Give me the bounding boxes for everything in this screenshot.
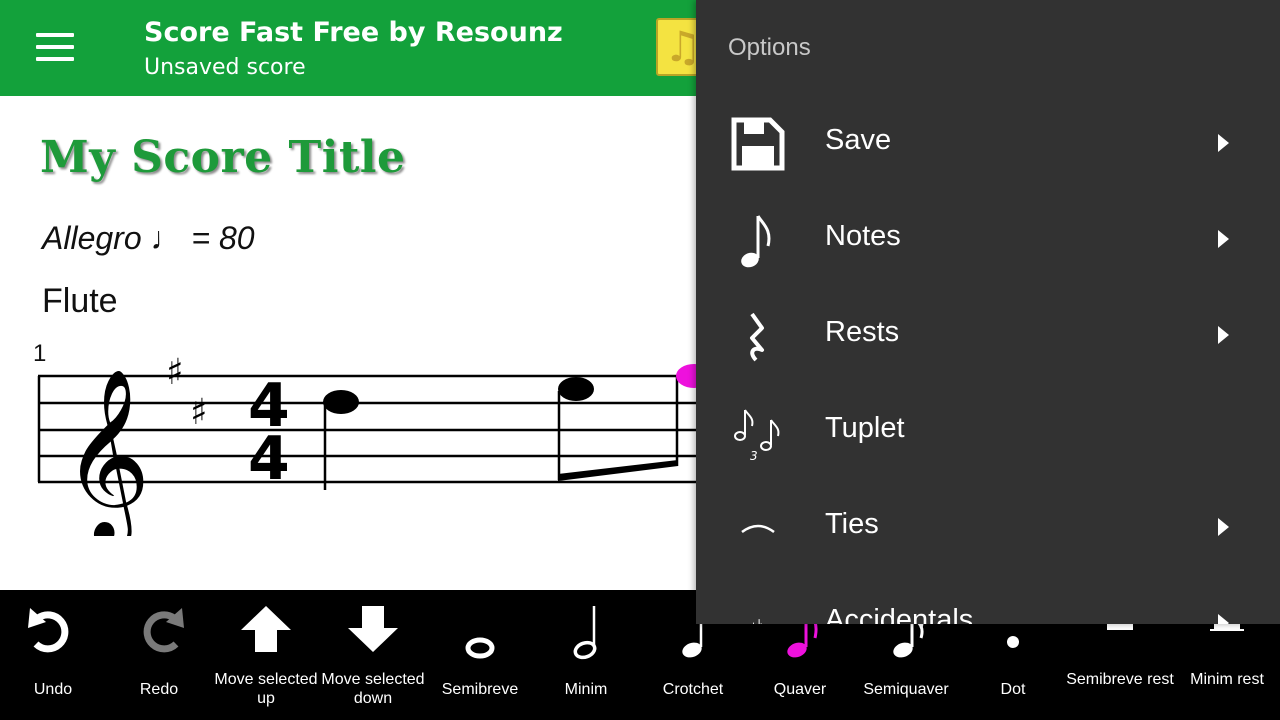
- semibreve-icon: [465, 637, 495, 659]
- option-rests[interactable]: Rests: [696, 288, 1280, 384]
- sharp-c-icon: ♯: [190, 392, 207, 433]
- redo-button[interactable]: Redo: [106, 590, 212, 720]
- option-accidentals-label: Accidentals: [825, 604, 974, 624]
- redo-icon: [143, 608, 184, 653]
- option-save-label: Save: [825, 124, 892, 156]
- submenu-arrow-icon: [1218, 326, 1229, 344]
- submenu-arrow-icon: [1218, 134, 1229, 152]
- option-notes[interactable]: Notes: [696, 192, 1280, 288]
- sharp-icon: ♯: [748, 613, 764, 624]
- move-down-button[interactable]: Move selected down: [320, 590, 426, 720]
- submenu-arrow-icon: [1218, 614, 1229, 624]
- semibreve-label: Semibreve: [441, 681, 519, 698]
- minim-label: Minim: [564, 681, 608, 698]
- note-crotchet[interactable]: [323, 390, 359, 490]
- tempo-value: = 80: [191, 220, 255, 256]
- svg-text:3: 3: [750, 449, 758, 462]
- staff[interactable]: 𝄞 ♯ ♯ 4 4: [0, 336, 696, 536]
- tempo-text: Allegro: [42, 220, 142, 256]
- options-header: Options: [728, 34, 811, 61]
- sharp-f-icon: ♯: [166, 352, 183, 393]
- save-icon: [731, 117, 785, 171]
- semiquaver-label: Semiquaver: [863, 681, 949, 698]
- option-rests-label: Rests: [825, 316, 900, 348]
- arrow-up-icon: [241, 606, 291, 652]
- menu-icon[interactable]: [36, 33, 76, 63]
- move-down-label: Move selected down: [321, 671, 425, 707]
- option-tuplet[interactable]: 3 Tuplet: [696, 384, 1280, 480]
- option-notes-label: Notes: [825, 220, 901, 252]
- minim-rest-label: Minim rest: [1190, 671, 1264, 688]
- option-tuplet-label: Tuplet: [825, 412, 905, 444]
- options-menu: Options Save Notes Rests 3 Tuplet Ties A…: [696, 0, 1280, 624]
- app-screen: Score Fast Free by Resounz Unsaved score…: [0, 0, 1280, 720]
- instrument-name[interactable]: Flute: [42, 282, 118, 321]
- option-save[interactable]: Save: [696, 96, 1280, 192]
- tempo-marking[interactable]: Allegro ♩ = 80: [42, 220, 255, 257]
- submenu-arrow-icon: [1218, 518, 1229, 536]
- score-status: Unsaved score: [144, 55, 306, 80]
- option-ties-label: Ties: [825, 508, 879, 540]
- semibreve-rest-label: Semibreve rest: [1066, 671, 1174, 688]
- time-signature-bottom: 4: [248, 424, 290, 494]
- score-title[interactable]: My Score Title: [40, 132, 406, 183]
- minim-button[interactable]: Minim: [533, 590, 639, 720]
- tie-icon: [741, 524, 775, 534]
- option-accidentals[interactable]: ♯ Accidentals: [696, 576, 1280, 624]
- undo-button[interactable]: Undo: [0, 590, 106, 720]
- crotchet-rest-icon: [750, 312, 764, 362]
- app-title: Score Fast Free by Resounz: [144, 17, 563, 48]
- quaver-note-icon: [741, 215, 771, 268]
- selected-note[interactable]: [676, 364, 696, 388]
- treble-clef-icon: 𝄞: [62, 368, 151, 536]
- arrow-down-icon: [348, 606, 398, 652]
- note-quaver-pair[interactable]: [557, 376, 679, 481]
- dot-label: Dot: [1000, 681, 1026, 698]
- score-canvas[interactable]: My Score Title Allegro ♩ = 80 Flute 1 𝄞 …: [0, 96, 696, 590]
- svg-text:♯: ♯: [748, 613, 764, 624]
- option-ties[interactable]: Ties: [696, 480, 1280, 576]
- minim-icon: [573, 606, 597, 660]
- semibreve-button[interactable]: Semibreve: [427, 590, 533, 720]
- triplet-icon: 3: [734, 409, 780, 462]
- quaver-label: Quaver: [773, 681, 827, 698]
- undo-label: Undo: [33, 681, 73, 698]
- redo-label: Redo: [139, 681, 179, 698]
- move-up-button[interactable]: Move selected up: [213, 590, 319, 720]
- crotchet-icon: ♩: [150, 220, 183, 256]
- crotchet-label: Crotchet: [662, 681, 724, 698]
- undo-icon: [28, 608, 69, 653]
- move-up-label: Move selected up: [214, 671, 318, 707]
- submenu-arrow-icon: [1218, 230, 1229, 248]
